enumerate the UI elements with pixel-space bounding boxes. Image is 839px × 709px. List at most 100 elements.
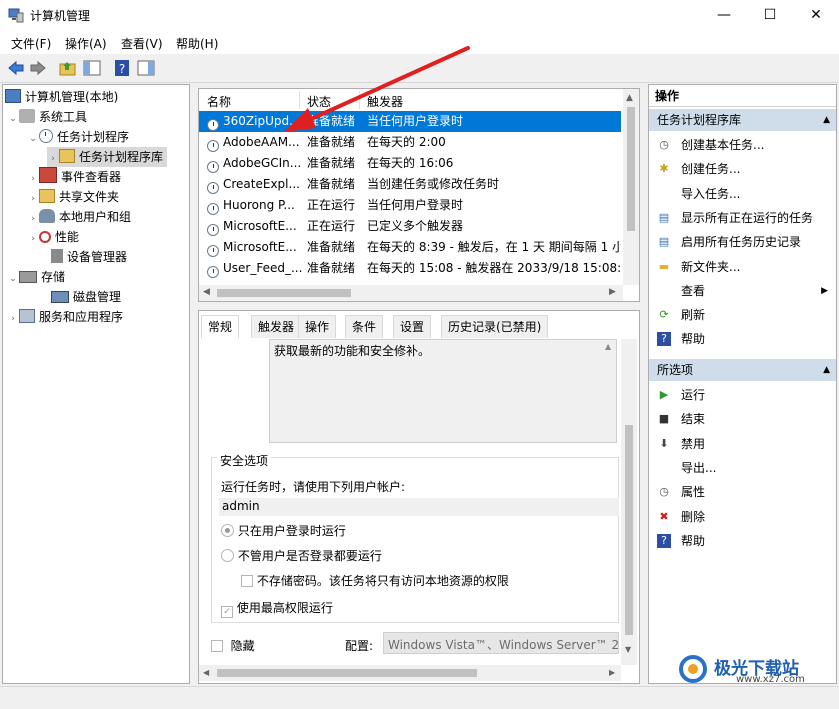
scroll-right-icon[interactable]: ▶ bbox=[609, 668, 615, 677]
scroll-up-icon[interactable]: ▲ bbox=[626, 93, 633, 103]
tree-item-performance[interactable]: › 性能 bbox=[27, 227, 79, 247]
menu-view[interactable]: 查看(V) bbox=[121, 35, 163, 52]
section-selected-item[interactable]: 所选项 ▲ bbox=[649, 359, 836, 381]
action-label: 删除 bbox=[681, 509, 706, 524]
action-refresh[interactable]: ⟳ 刷新 bbox=[649, 303, 836, 327]
tab-triggers[interactable]: 触发器 bbox=[251, 315, 302, 338]
chevron-right-icon[interactable]: › bbox=[47, 149, 59, 169]
scroll-down-icon[interactable]: ▼ bbox=[625, 645, 631, 654]
chevron-down-icon[interactable]: ⌄ bbox=[7, 109, 19, 129]
menu-help[interactable]: 帮助(H) bbox=[176, 35, 218, 52]
tab-settings[interactable]: 设置 bbox=[393, 315, 432, 338]
chevron-right-icon[interactable]: › bbox=[27, 169, 39, 189]
details-vscrollbar[interactable]: ▼ bbox=[621, 339, 637, 665]
menu-file[interactable]: 文件(F) bbox=[11, 35, 51, 52]
action-export[interactable]: 导出... bbox=[649, 456, 836, 480]
tree-item-services-apps[interactable]: › 服务和应用程序 bbox=[7, 307, 123, 327]
chevron-right-icon[interactable]: › bbox=[27, 209, 39, 229]
action-end[interactable]: ■ 结束 bbox=[649, 407, 836, 431]
tab-history[interactable]: 历史记录(已禁用) bbox=[441, 315, 549, 338]
up-folder-icon[interactable] bbox=[58, 58, 78, 78]
menu-action[interactable]: 操作(A) bbox=[65, 35, 107, 52]
tab-actions[interactable]: 操作 bbox=[298, 315, 337, 338]
tree-item-task-scheduler[interactable]: ⌄ 任务计划程序 bbox=[27, 127, 129, 147]
tree-item-event-viewer[interactable]: › 事件查看器 bbox=[27, 167, 121, 187]
chevron-right-icon[interactable]: › bbox=[7, 309, 19, 329]
task-history-icon: ▤ bbox=[658, 235, 670, 249]
collapse-up-icon[interactable]: ▲ bbox=[823, 109, 830, 131]
action-create-basic-task[interactable]: ◷ 创建基本任务... bbox=[649, 133, 836, 157]
action-help[interactable]: ? 帮助 bbox=[649, 529, 836, 553]
task-row[interactable]: AdobeGCIn... 准备就绪 在每天的 16:06 bbox=[199, 153, 621, 174]
task-trigger: 当任何用户登录时 bbox=[367, 198, 464, 212]
maximize-button[interactable]: ☐ bbox=[747, 0, 793, 30]
chevron-down-icon[interactable]: ⌄ bbox=[7, 269, 19, 289]
scroll-left-icon[interactable]: ◀ bbox=[203, 668, 209, 677]
tree-item-shared-folders[interactable]: › 共享文件夹 bbox=[27, 187, 119, 207]
create-task-icon: ✱ bbox=[659, 162, 669, 176]
show-action-pane-icon[interactable] bbox=[136, 58, 156, 78]
forward-arrow-icon[interactable] bbox=[28, 58, 48, 78]
action-import-task[interactable]: 导入任务... bbox=[649, 182, 836, 206]
task-row[interactable]: CreateExpl... 准备就绪 当创建任务或修改任务时 bbox=[199, 174, 621, 195]
tree-item-system-tools[interactable]: ⌄ 系统工具 bbox=[7, 107, 87, 127]
tree-item-device-manager[interactable]: 设备管理器 bbox=[39, 247, 127, 267]
action-running-tasks[interactable]: ▤ 显示所有正在运行的任务 bbox=[649, 206, 836, 230]
action-view[interactable]: 查看 ▶ bbox=[649, 279, 836, 303]
action-delete[interactable]: ✖ 删除 bbox=[649, 505, 836, 529]
task-trigger: 在每天的 8:39 - 触发后，在 1 天 期间每隔 1 小 bbox=[367, 240, 621, 254]
section-task-library[interactable]: 任务计划程序库 ▲ bbox=[649, 109, 836, 131]
task-list-hscrollbar[interactable]: ◀ ▶ bbox=[199, 285, 623, 301]
tree-item-label: 服务和应用程序 bbox=[39, 310, 124, 324]
tree-item-task-library[interactable]: › 任务计划程序库 bbox=[47, 147, 168, 169]
task-trigger: 在每天的 15:08 - 触发器在 2033/9/18 15:08:5 bbox=[367, 261, 621, 275]
scroll-left-icon[interactable]: ◀ bbox=[203, 287, 210, 297]
radio-whether-logged-on[interactable]: 不管用户是否登录都要运行 bbox=[221, 547, 382, 564]
chevron-right-icon[interactable]: › bbox=[27, 229, 39, 249]
task-details: 常规 触发器 操作 条件 设置 历史记录(已禁用) 获取最新的功能和安全修补。 … bbox=[198, 310, 640, 684]
user-account-value: admin bbox=[222, 499, 260, 513]
details-hscrollbar[interactable]: ◀ ▶ bbox=[199, 665, 621, 681]
action-task-history[interactable]: ▤ 启用所有任务历史记录 bbox=[649, 230, 836, 254]
task-row[interactable]: MicrosoftE... 正在运行 已定义多个触发器 bbox=[199, 216, 621, 237]
action-help[interactable]: ? 帮助 bbox=[649, 327, 836, 351]
tree-item-disk-management[interactable]: 磁盘管理 bbox=[39, 287, 121, 307]
services-icon bbox=[19, 309, 35, 323]
radio-logged-on-only[interactable]: 只在用户登录时运行 bbox=[221, 522, 346, 539]
checkbox-highest-privileges[interactable]: ✓ 使用最高权限运行 bbox=[221, 599, 333, 618]
view-icon bbox=[657, 284, 671, 298]
collapse-up-icon[interactable]: ▲ bbox=[823, 359, 830, 381]
chevron-down-icon[interactable]: ⌄ bbox=[27, 129, 39, 149]
tree-item-storage[interactable]: ⌄ 存储 bbox=[7, 267, 65, 287]
action-run[interactable]: ▶ 运行 bbox=[649, 383, 836, 407]
folder-clock-icon bbox=[59, 149, 75, 163]
tab-conditions[interactable]: 条件 bbox=[345, 315, 384, 338]
column-header-name[interactable]: 名称 bbox=[207, 93, 231, 110]
action-disable[interactable]: ⬇ 禁用 bbox=[649, 432, 836, 456]
task-status: 准备就绪 bbox=[307, 240, 356, 254]
tab-general[interactable]: 常规 bbox=[201, 315, 240, 338]
section-title: 任务计划程序库 bbox=[657, 113, 742, 127]
task-row[interactable]: User_Feed_... 准备就绪 在每天的 15:08 - 触发器在 2033/… bbox=[199, 258, 621, 279]
description-box[interactable]: 获取最新的功能和安全修补。 ▲ bbox=[269, 339, 617, 443]
user-account-field[interactable]: admin bbox=[219, 498, 619, 516]
tree-item-root[interactable]: 计算机管理(本地) bbox=[5, 87, 118, 107]
tree-item-local-users[interactable]: › 本地用户和组 bbox=[27, 207, 131, 227]
chevron-right-icon[interactable]: › bbox=[27, 189, 39, 209]
action-create-task[interactable]: ✱ 创建任务... bbox=[649, 157, 836, 181]
action-properties[interactable]: ◷ 属性 bbox=[649, 480, 836, 504]
action-label: 创建基本任务... bbox=[681, 138, 765, 152]
action-new-folder[interactable]: ▬ 新文件夹... bbox=[649, 255, 836, 279]
show-hide-tree-icon[interactable] bbox=[82, 58, 102, 78]
close-button[interactable]: ✕ bbox=[793, 0, 839, 30]
task-list-vscrollbar[interactable]: ▲ bbox=[623, 89, 639, 285]
task-row[interactable]: MicrosoftE... 准备就绪 在每天的 8:39 - 触发后，在 1 天 期… bbox=[199, 237, 621, 258]
back-arrow-icon[interactable] bbox=[6, 58, 26, 78]
config-select[interactable]: Windows Vista™、Windows Server™ 20 bbox=[383, 632, 619, 654]
checkbox-no-store-password[interactable]: 不存储密码。该任务将只有访问本地资源的权限 bbox=[241, 572, 509, 589]
minimize-button[interactable]: — bbox=[701, 0, 747, 30]
task-row[interactable]: Huorong P... 正在运行 当任何用户登录时 bbox=[199, 195, 621, 216]
checkbox-hidden[interactable]: 隐藏 bbox=[211, 637, 255, 654]
help-icon[interactable]: ? bbox=[112, 58, 132, 78]
scroll-right-icon[interactable]: ▶ bbox=[609, 287, 616, 297]
